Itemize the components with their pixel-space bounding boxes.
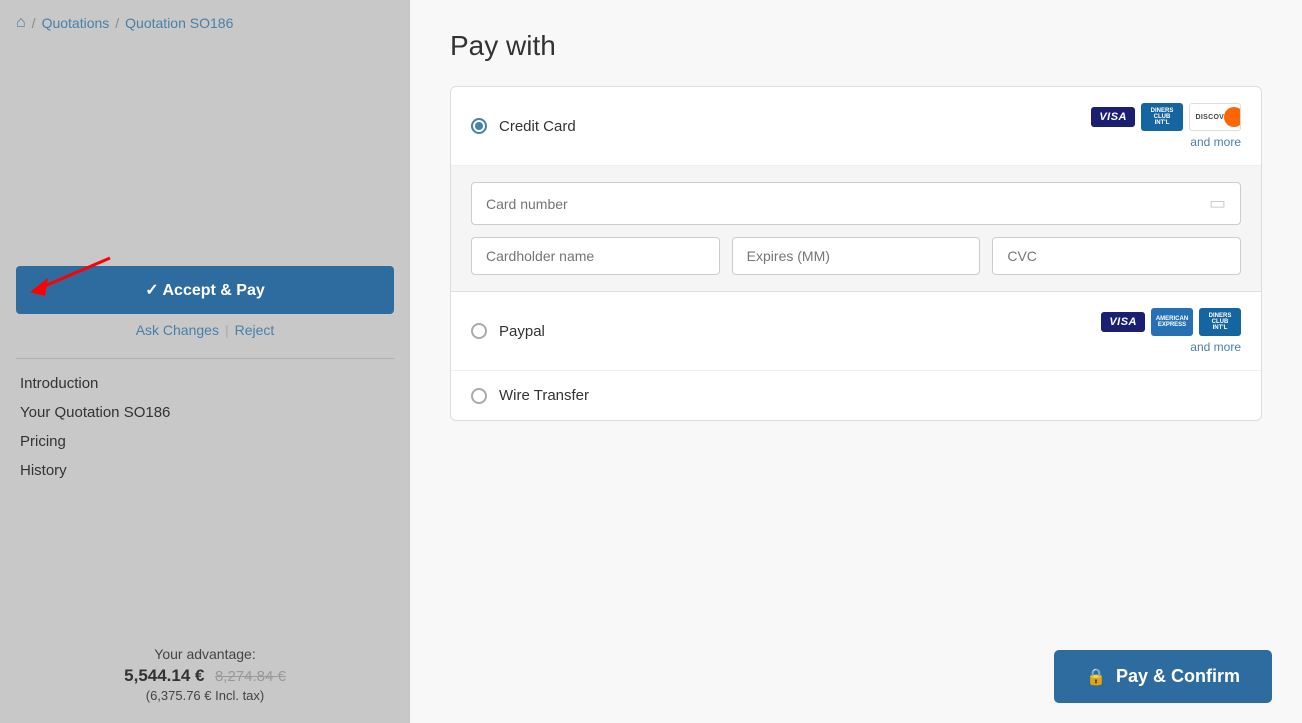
lock-icon: 🔒 <box>1086 667 1106 687</box>
amex-logo-pp: AMERICANEXPRESS <box>1151 308 1193 336</box>
paypal-logos: VISA AMERICANEXPRESS DINERSCLUBINT'L <box>1101 308 1241 336</box>
breadcrumb-current: Quotation SO186 <box>125 15 233 31</box>
nav-item-quotation[interactable]: Your Quotation SO186 <box>20 404 390 421</box>
cvc-input[interactable] <box>992 237 1241 275</box>
card-details-inputs <box>471 237 1241 275</box>
breadcrumb-quotations[interactable]: Quotations <box>42 15 110 31</box>
sidebar-link-sep: | <box>223 322 231 338</box>
credit-card-label: Credit Card <box>499 118 576 135</box>
expires-input[interactable] <box>732 237 981 275</box>
nav-item-introduction[interactable]: Introduction <box>20 375 390 392</box>
paypal-and-more[interactable]: and more <box>1190 340 1241 354</box>
diners-logo-pp: DINERSCLUBINT'L <box>1199 308 1241 336</box>
wire-transfer-option[interactable]: Wire Transfer <box>451 371 1261 420</box>
payment-options-card: Credit Card VISA DINERSCLUBINT'L DISCOVE… <box>450 86 1262 421</box>
card-number-row: ▭ <box>471 182 1241 225</box>
price-main: 5,544.14 € <box>124 666 204 685</box>
cardholder-name-input[interactable] <box>471 237 720 275</box>
price-tax: (6,375.76 € Incl. tax) <box>20 688 390 703</box>
sidebar-links: Ask Changes | Reject <box>16 322 394 338</box>
credit-card-right: VISA DINERSCLUBINT'L DISCOVER and more <box>1091 103 1241 149</box>
credit-card-radio[interactable] <box>471 118 487 134</box>
breadcrumb-sep2: / <box>115 15 119 31</box>
paypal-right: VISA AMERICANEXPRESS DINERSCLUBINT'L and… <box>1101 308 1241 354</box>
price-strikethrough: 8,274.84 € <box>215 668 286 685</box>
nav-item-pricing[interactable]: Pricing <box>20 433 390 450</box>
card-number-container: ▭ <box>471 182 1241 225</box>
card-form-section: ▭ <box>451 166 1261 292</box>
accept-pay-button[interactable]: ✓ Accept & Pay <box>16 266 394 314</box>
sidebar: ⌂ / Quotations / Quotation SO186 ✓ Accep… <box>0 0 410 723</box>
paypal-left: Paypal <box>471 323 545 340</box>
credit-card-left: Credit Card <box>471 118 576 135</box>
sidebar-content: ✓ Accept & Pay Ask Changes | Reject Intr… <box>0 46 410 723</box>
card-number-input[interactable] <box>486 196 1209 212</box>
advantage-label: Your advantage: <box>20 646 390 662</box>
breadcrumb: ⌂ / Quotations / Quotation SO186 <box>0 0 410 46</box>
diners-logo-cc: DINERSCLUBINT'L <box>1141 103 1183 131</box>
main-content: Pay with Credit Card VISA DINERSCLUBINT'… <box>410 0 1302 723</box>
visa-logo-cc: VISA <box>1091 107 1135 127</box>
advantage-price-row: 5,544.14 € 8,274.84 € <box>20 666 390 686</box>
wire-transfer-label: Wire Transfer <box>499 387 589 404</box>
accept-pay-label: ✓ Accept & Pay <box>145 280 265 300</box>
card-details-row <box>471 237 1241 275</box>
home-icon[interactable]: ⌂ <box>16 14 26 32</box>
credit-card-and-more[interactable]: and more <box>1190 135 1241 149</box>
pay-confirm-button[interactable]: 🔒 Pay & Confirm <box>1054 650 1272 703</box>
sidebar-nav: Introduction Your Quotation SO186 Pricin… <box>16 358 394 495</box>
reject-button[interactable]: Reject <box>231 322 279 338</box>
sidebar-advantage: Your advantage: 5,544.14 € 8,274.84 € (6… <box>16 630 394 723</box>
pay-confirm-label: Pay & Confirm <box>1116 666 1240 687</box>
visa-logo-pp: VISA <box>1101 312 1145 332</box>
page-title: Pay with <box>450 30 1262 62</box>
paypal-label: Paypal <box>499 323 545 340</box>
ask-changes-button[interactable]: Ask Changes <box>132 322 223 338</box>
paypal-option[interactable]: Paypal VISA AMERICANEXPRESS DINERSCLUBIN… <box>451 292 1261 371</box>
wire-transfer-left: Wire Transfer <box>471 387 589 404</box>
discover-logo-cc: DISCOVER <box>1189 103 1241 131</box>
paypal-radio[interactable] <box>471 323 487 339</box>
credit-card-logos: VISA DINERSCLUBINT'L DISCOVER <box>1091 103 1241 131</box>
credit-card-option[interactable]: Credit Card VISA DINERSCLUBINT'L DISCOVE… <box>451 87 1261 166</box>
wire-transfer-radio[interactable] <box>471 388 487 404</box>
card-chip-icon: ▭ <box>1209 193 1226 214</box>
breadcrumb-sep1: / <box>32 15 36 31</box>
nav-item-history[interactable]: History <box>20 462 390 479</box>
